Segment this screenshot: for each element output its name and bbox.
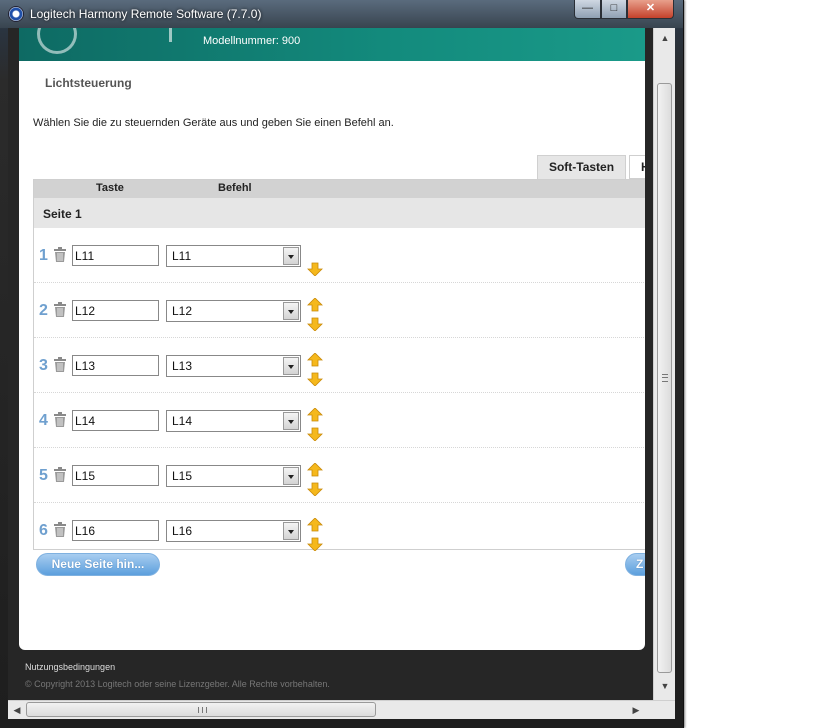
row-number: 5 (39, 467, 48, 484)
page-group-header: Seite 1 (34, 198, 645, 228)
chevron-down-icon[interactable] (283, 412, 299, 430)
table-row: 3 L13 (34, 338, 645, 393)
arrow-down-icon[interactable] (307, 372, 323, 386)
row-number: 1 (39, 247, 48, 264)
minimize-button[interactable]: — (574, 0, 601, 19)
command-select[interactable]: L11 (166, 245, 301, 267)
chevron-down-icon[interactable] (283, 357, 299, 375)
table-row: 4 L14 (34, 393, 645, 448)
arrow-down-icon[interactable] (307, 262, 323, 276)
arrow-up-icon[interactable] (307, 408, 323, 422)
row-number: 3 (39, 357, 48, 374)
grip-icon (198, 707, 207, 713)
row-number: 6 (39, 522, 48, 539)
key-name-input[interactable] (72, 465, 159, 486)
page-label: Seite 1 (43, 207, 82, 221)
row-number: 2 (39, 302, 48, 319)
command-value: L14 (172, 414, 193, 428)
chevron-down-icon[interactable] (283, 522, 299, 540)
command-value: L12 (172, 304, 193, 318)
trash-icon[interactable] (53, 302, 67, 317)
harmony-logo (37, 28, 77, 54)
scroll-left-icon[interactable]: ◀ (10, 702, 24, 718)
key-name-input[interactable] (72, 245, 159, 266)
close-button[interactable]: ✕ (627, 0, 674, 19)
table-row: 1 L11 (34, 228, 645, 283)
trash-icon[interactable] (53, 357, 67, 372)
tab-soft-keys[interactable]: Soft-Tasten (537, 155, 626, 179)
chevron-down-icon[interactable] (283, 302, 299, 320)
model-number: Modellnummer: 900 (203, 35, 301, 47)
tab-hard-keys[interactable]: H (629, 155, 645, 179)
trash-icon[interactable] (53, 467, 67, 482)
table-row: 2 L12 (34, 283, 645, 338)
arrow-down-icon[interactable] (307, 482, 323, 496)
command-value: L15 (172, 469, 193, 483)
trash-icon[interactable] (53, 247, 67, 262)
command-select[interactable]: L12 (166, 300, 301, 322)
main-panel: Modellnummer: 900 Lichtsteuerung Wählen … (19, 28, 645, 650)
arrow-down-icon[interactable] (307, 317, 323, 331)
copyright-text: © Copyright 2013 Logitech oder seine Liz… (25, 679, 330, 689)
scroll-up-icon[interactable]: ▲ (654, 30, 675, 47)
column-header-command: Befehl (218, 182, 252, 194)
title-bar[interactable]: Logitech Harmony Remote Software (7.7.0)… (0, 0, 683, 28)
table-header: Taste Befehl (34, 180, 645, 198)
command-select[interactable]: L16 (166, 520, 301, 542)
table-row: 6 L16 (34, 503, 645, 558)
command-select[interactable]: L15 (166, 465, 301, 487)
key-name-input[interactable] (72, 300, 159, 321)
instruction-text: Wählen Sie die zu steuernden Geräte aus … (33, 117, 394, 129)
arrow-up-icon[interactable] (307, 353, 323, 367)
terms-link[interactable]: Nutzungsbedingungen (25, 662, 115, 672)
column-header-key: Taste (96, 182, 124, 194)
harmony-app-icon (8, 6, 24, 22)
row-number: 4 (39, 412, 48, 429)
horizontal-scrollbar[interactable]: ◀ ▶ (8, 700, 675, 719)
window-title: Logitech Harmony Remote Software (7.7.0) (30, 7, 262, 21)
section-title: Lichtsteuerung (45, 76, 132, 90)
command-value: L13 (172, 359, 193, 373)
logo-divider (169, 28, 172, 42)
arrow-down-icon[interactable] (307, 537, 323, 551)
header-band: Modellnummer: 900 (19, 28, 645, 61)
arrow-up-icon[interactable] (307, 298, 323, 312)
partial-right-button[interactable]: Z (625, 553, 645, 576)
trash-icon[interactable] (53, 412, 67, 427)
arrow-up-icon[interactable] (307, 463, 323, 477)
chevron-down-icon[interactable] (283, 467, 299, 485)
horizontal-scroll-thumb[interactable] (26, 702, 376, 717)
arrow-up-icon[interactable] (307, 518, 323, 532)
maximize-button[interactable]: □ (601, 0, 627, 19)
key-assignment-table: Taste Befehl Seite 1 1 L11 2 (33, 179, 645, 551)
command-value: L16 (172, 524, 193, 538)
command-select[interactable]: L13 (166, 355, 301, 377)
app-window: Logitech Harmony Remote Software (7.7.0)… (0, 0, 684, 728)
chevron-down-icon[interactable] (283, 247, 299, 265)
key-name-input[interactable] (72, 355, 159, 376)
arrow-down-icon[interactable] (307, 427, 323, 441)
key-name-input[interactable] (72, 520, 159, 541)
command-select[interactable]: L14 (166, 410, 301, 432)
grip-icon (662, 374, 668, 382)
command-value: L11 (172, 249, 192, 263)
table-row: 5 L15 (34, 448, 645, 503)
vertical-scroll-thumb[interactable] (657, 83, 672, 673)
key-name-input[interactable] (72, 410, 159, 431)
add-page-button[interactable]: Neue Seite hin... (36, 553, 160, 576)
scroll-right-icon[interactable]: ▶ (629, 702, 643, 718)
vertical-scrollbar[interactable]: ▲ ▼ (653, 28, 675, 700)
content-area: Modellnummer: 900 Lichtsteuerung Wählen … (8, 28, 675, 700)
trash-icon[interactable] (53, 522, 67, 537)
scroll-down-icon[interactable]: ▼ (654, 678, 675, 695)
